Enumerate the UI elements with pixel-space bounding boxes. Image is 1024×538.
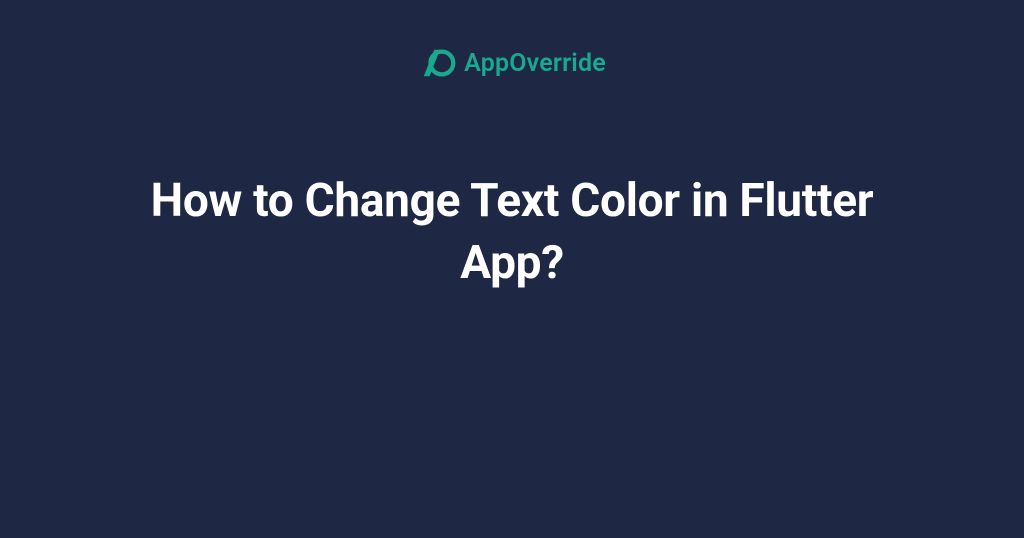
brand-logo: AppOverride: [418, 44, 606, 82]
brand-name: AppOverride: [464, 49, 606, 78]
page-title: How to Change Text Color in Flutter App?: [100, 170, 924, 294]
brand-logo-icon: [418, 44, 456, 82]
title-container: How to Change Text Color in Flutter App?: [0, 170, 1024, 294]
